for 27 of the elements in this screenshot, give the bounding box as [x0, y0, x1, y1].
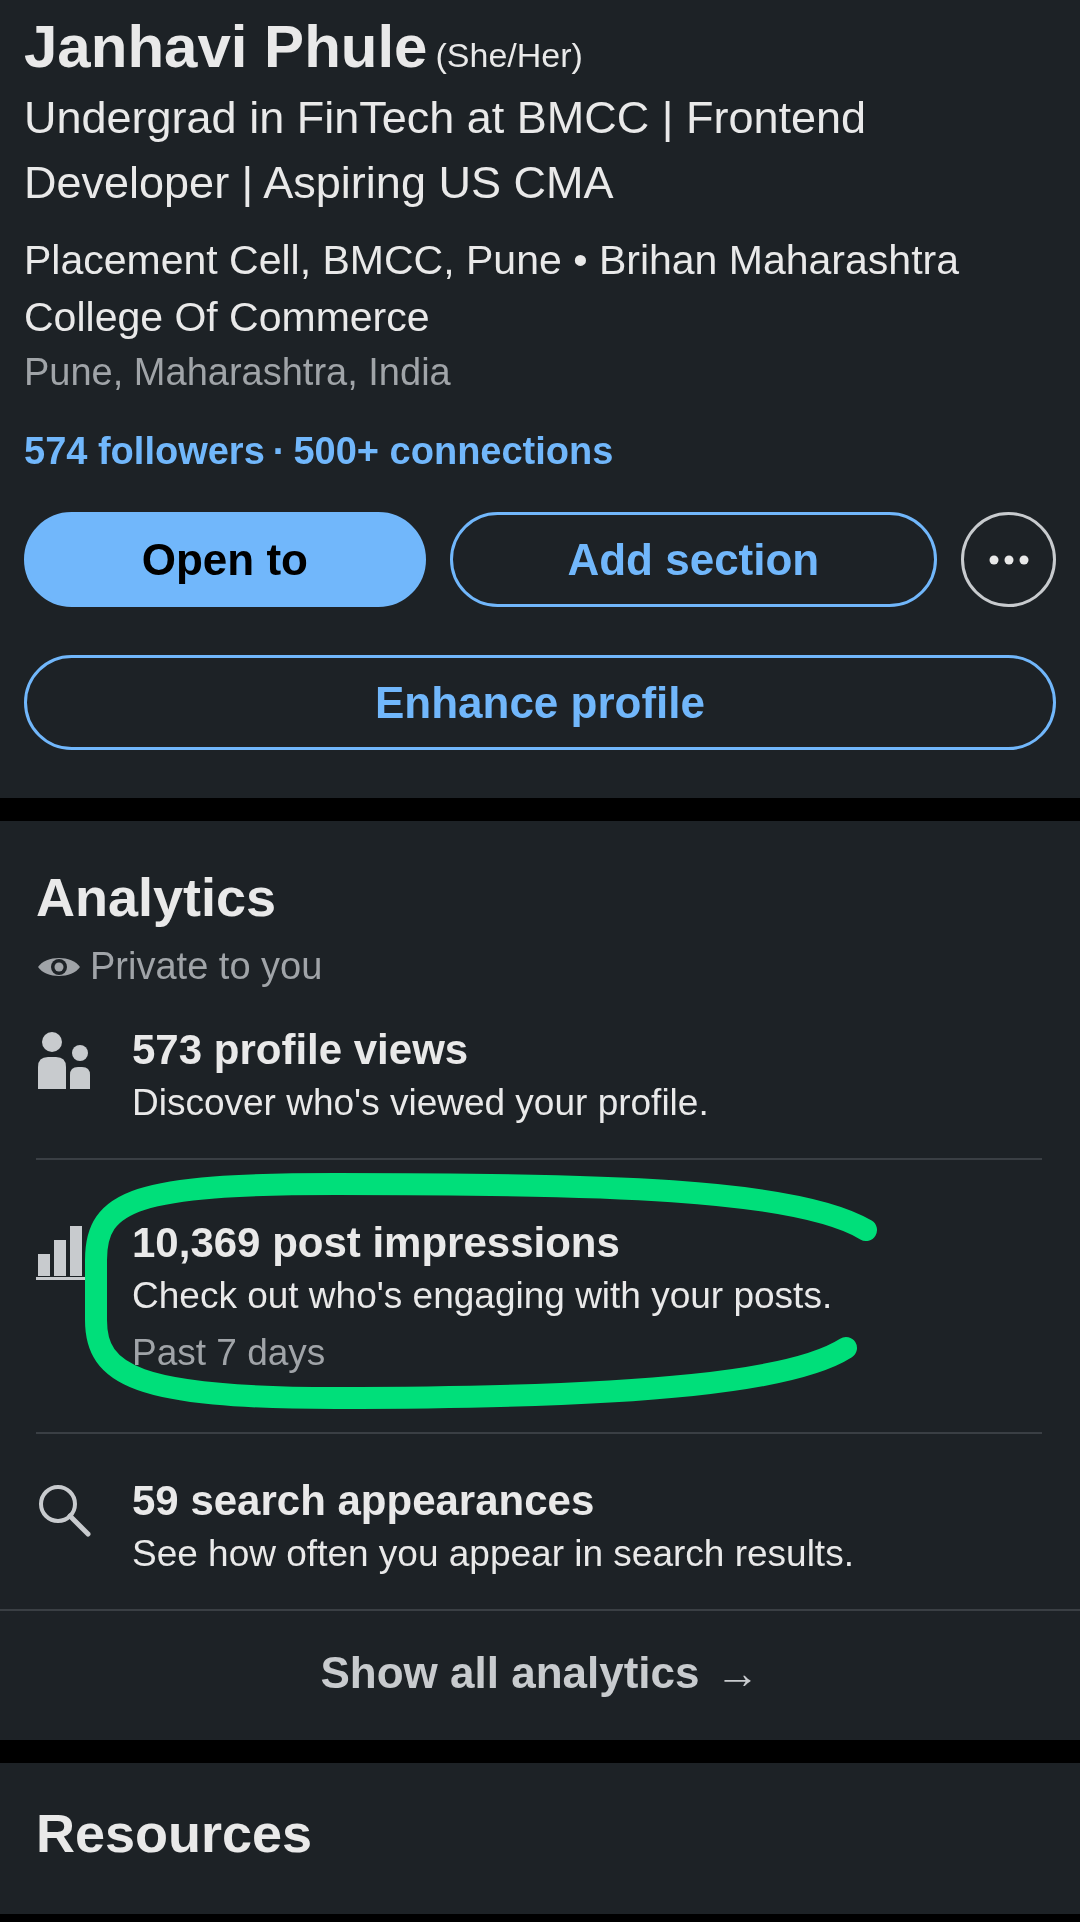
add-section-button[interactable]: Add section — [449, 512, 937, 608]
more-button[interactable] — [961, 512, 1056, 608]
stat-description: Discover who's viewed your profile. — [132, 1081, 709, 1126]
stat-note: Past 7 days — [132, 1330, 327, 1375]
enhance-profile-button[interactable]: Enhance profile — [24, 655, 1056, 751]
stat-title[interactable]: 573 profile views — [132, 1023, 709, 1079]
section-title: Analytics — [36, 866, 278, 930]
location: Pune, Maharashtra, India — [24, 350, 452, 396]
stat-description: Check out who's engaging with your posts. — [132, 1273, 833, 1318]
stat-description: See how often you appear in search results. — [132, 1531, 854, 1576]
profile-name: Janhavi Phule — [24, 14, 428, 80]
stat-title[interactable]: 10,369 post impressions — [132, 1216, 833, 1271]
open-to-button[interactable]: Open to — [24, 512, 426, 608]
separator: · — [272, 429, 286, 475]
connections-link[interactable]: 500+ connections — [293, 423, 614, 481]
organization: Placement Cell, BMCC, Pune • Brihan Maharashtra College Of Commerce — [24, 235, 960, 342]
people-icon — [36, 1031, 92, 1092]
section-title: Resources — [36, 1802, 314, 1866]
headline: Undergrad in FinTech at BMCC | Frontend Developer | Aspiring US CMA — [24, 91, 868, 211]
bar-chart-icon — [36, 1224, 86, 1280]
more-icon — [988, 554, 1029, 565]
search-icon — [36, 1482, 92, 1539]
followers-link[interactable]: 574 followers — [24, 423, 265, 481]
visibility-label: Private to you — [90, 944, 323, 990]
stat-title[interactable]: 59 search appearances — [132, 1474, 854, 1529]
pronouns: (She/Her) — [435, 35, 583, 76]
show-all-analytics-button[interactable]: Show all analytics → — [314, 1638, 766, 1707]
